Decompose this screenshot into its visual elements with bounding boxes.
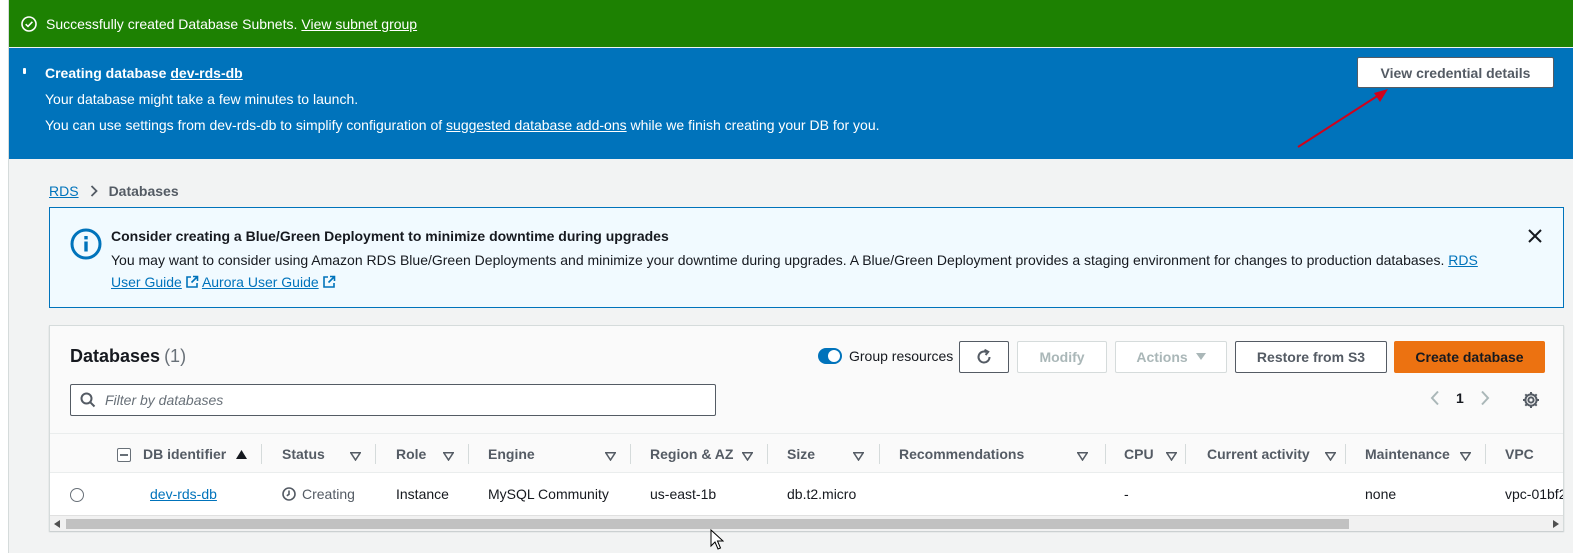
panel-title: Databases (1) bbox=[70, 346, 187, 366]
info-icon bbox=[70, 228, 102, 263]
column-header-current-activity[interactable]: Current activity bbox=[1207, 434, 1347, 474]
select-all-checkbox[interactable] bbox=[117, 448, 131, 462]
column-header-engine[interactable]: Engine bbox=[488, 434, 628, 474]
collapse-toggle-icon[interactable] bbox=[23, 68, 26, 74]
pagination: 1 bbox=[1430, 390, 1490, 406]
mouse-cursor-icon bbox=[710, 529, 724, 550]
column-divider[interactable] bbox=[261, 444, 262, 464]
alert-title: Consider creating a Blue/Green Deploymen… bbox=[111, 228, 669, 244]
modify-button[interactable]: Modify bbox=[1017, 341, 1107, 373]
filter-search-box[interactable] bbox=[70, 384, 716, 416]
column-header-cpu[interactable]: CPU bbox=[1124, 434, 1194, 474]
alert-body: You may want to consider using Amazon RD… bbox=[111, 249, 1511, 295]
suggested-addons-link[interactable]: suggested database add-ons bbox=[446, 117, 627, 133]
sort-caret-icon bbox=[852, 448, 865, 464]
cell-status: Creating bbox=[282, 474, 355, 514]
view-credential-details-button[interactable]: View credential details bbox=[1357, 57, 1554, 88]
gear-icon[interactable] bbox=[1522, 391, 1540, 412]
breadcrumb-rds-link[interactable]: RDS bbox=[49, 183, 79, 199]
dev-rds-db-link[interactable]: dev-rds-db bbox=[170, 65, 242, 81]
create-database-button[interactable]: Create database bbox=[1394, 341, 1545, 373]
column-header-role[interactable]: Role bbox=[396, 434, 486, 474]
cell-role: Instance bbox=[396, 486, 449, 502]
table-header: DB identifier Status Role Engine Region … bbox=[50, 433, 1563, 473]
sort-caret-icon bbox=[741, 448, 754, 464]
cell-maintenance: none bbox=[1365, 486, 1397, 502]
status-text: Creating bbox=[302, 486, 355, 502]
column-header-region-az[interactable]: Region & AZ bbox=[650, 434, 760, 474]
column-header-vpc[interactable]: VPC bbox=[1505, 434, 1534, 474]
scrollbar-thumb[interactable] bbox=[66, 519, 1349, 529]
breadcrumb: RDS Databases bbox=[49, 183, 179, 199]
scroll-right-arrow-icon[interactable] bbox=[1553, 520, 1559, 528]
aurora-user-guide-link[interactable]: Aurora User Guide bbox=[202, 274, 336, 290]
left-gutter bbox=[0, 0, 9, 553]
databases-panel: Databases (1) Group resources Modify Acti… bbox=[49, 325, 1564, 531]
row-select-radio[interactable] bbox=[70, 488, 84, 502]
sort-ascending-icon bbox=[236, 449, 248, 459]
column-header-recommendations[interactable]: Recommendations bbox=[899, 434, 1099, 474]
cell-region-az: us-east-1b bbox=[650, 486, 717, 502]
creating-addons-text: You can use settings from dev-rds-db to … bbox=[45, 117, 880, 133]
column-divider[interactable] bbox=[630, 444, 631, 464]
column-header-db-identifier[interactable]: DB identifier bbox=[143, 434, 248, 474]
view-subnet-group-link[interactable]: View subnet group bbox=[301, 16, 417, 32]
cell-engine: MySQL Community bbox=[488, 486, 609, 502]
sort-caret-icon bbox=[604, 448, 617, 464]
check-circle-icon bbox=[21, 15, 37, 32]
creating-title: Creating database dev-rds-db bbox=[45, 65, 243, 81]
column-header-maintenance[interactable]: Maintenance bbox=[1365, 434, 1485, 474]
chevron-right-icon bbox=[90, 185, 98, 197]
column-header-status[interactable]: Status bbox=[282, 434, 372, 474]
actions-dropdown-button[interactable]: Actions bbox=[1115, 341, 1227, 373]
breadcrumb-current: Databases bbox=[108, 183, 179, 199]
sort-caret-icon bbox=[1076, 448, 1089, 464]
horizontal-scrollbar[interactable] bbox=[50, 515, 1563, 531]
red-annotation-arrow bbox=[1297, 89, 1388, 148]
column-divider[interactable] bbox=[879, 444, 880, 464]
column-divider[interactable] bbox=[1185, 444, 1186, 464]
chevron-left-icon[interactable] bbox=[1430, 390, 1440, 406]
current-page-number[interactable]: 1 bbox=[1456, 390, 1464, 406]
close-icon[interactable] bbox=[1527, 228, 1543, 247]
column-divider[interactable] bbox=[1485, 444, 1486, 464]
cell-cpu: - bbox=[1124, 486, 1129, 502]
external-link-icon bbox=[185, 273, 199, 295]
column-divider[interactable] bbox=[1105, 444, 1106, 464]
database-count: (1) bbox=[164, 346, 187, 366]
chevron-right-icon[interactable] bbox=[1480, 390, 1490, 406]
filter-databases-input[interactable] bbox=[105, 392, 685, 408]
cell-size: db.t2.micro bbox=[787, 486, 857, 502]
column-divider[interactable] bbox=[468, 444, 469, 464]
sort-caret-icon bbox=[1324, 448, 1337, 464]
db-identifier-link[interactable]: dev-rds-db bbox=[150, 486, 217, 502]
sort-caret-icon bbox=[349, 448, 362, 464]
group-resources-toggle[interactable] bbox=[818, 348, 842, 364]
search-icon bbox=[80, 392, 96, 408]
column-header-size[interactable]: Size bbox=[787, 434, 877, 474]
refresh-button[interactable] bbox=[959, 341, 1009, 373]
success-message: Successfully created Database Subnets. bbox=[46, 15, 298, 32]
cell-vpc: vpc-01bf2 bbox=[1505, 486, 1563, 502]
clock-icon bbox=[282, 487, 296, 501]
column-divider[interactable] bbox=[767, 444, 768, 464]
caret-down-icon bbox=[1195, 353, 1206, 361]
external-link-icon bbox=[322, 273, 336, 295]
column-divider[interactable] bbox=[375, 444, 376, 464]
success-flashbar: Successfully created Database Subnets. V… bbox=[9, 0, 1573, 47]
bluegreen-info-alert: Consider creating a Blue/Green Deploymen… bbox=[49, 207, 1564, 308]
sort-caret-icon bbox=[1459, 448, 1472, 464]
cell-db-identifier: dev-rds-db bbox=[150, 474, 217, 514]
sort-caret-icon bbox=[442, 448, 455, 464]
restore-from-s3-button[interactable]: Restore from S3 bbox=[1235, 341, 1387, 373]
creating-subtitle: Your database might take a few minutes t… bbox=[45, 91, 359, 107]
sort-caret-icon bbox=[1165, 448, 1178, 464]
group-resources-label: Group resources bbox=[849, 348, 954, 364]
refresh-icon bbox=[975, 348, 993, 366]
column-divider[interactable] bbox=[1345, 444, 1346, 464]
scroll-left-arrow-icon[interactable] bbox=[54, 520, 60, 528]
table-row[interactable]: dev-rds-db Creating Instance MySQL Commu… bbox=[50, 474, 1563, 514]
